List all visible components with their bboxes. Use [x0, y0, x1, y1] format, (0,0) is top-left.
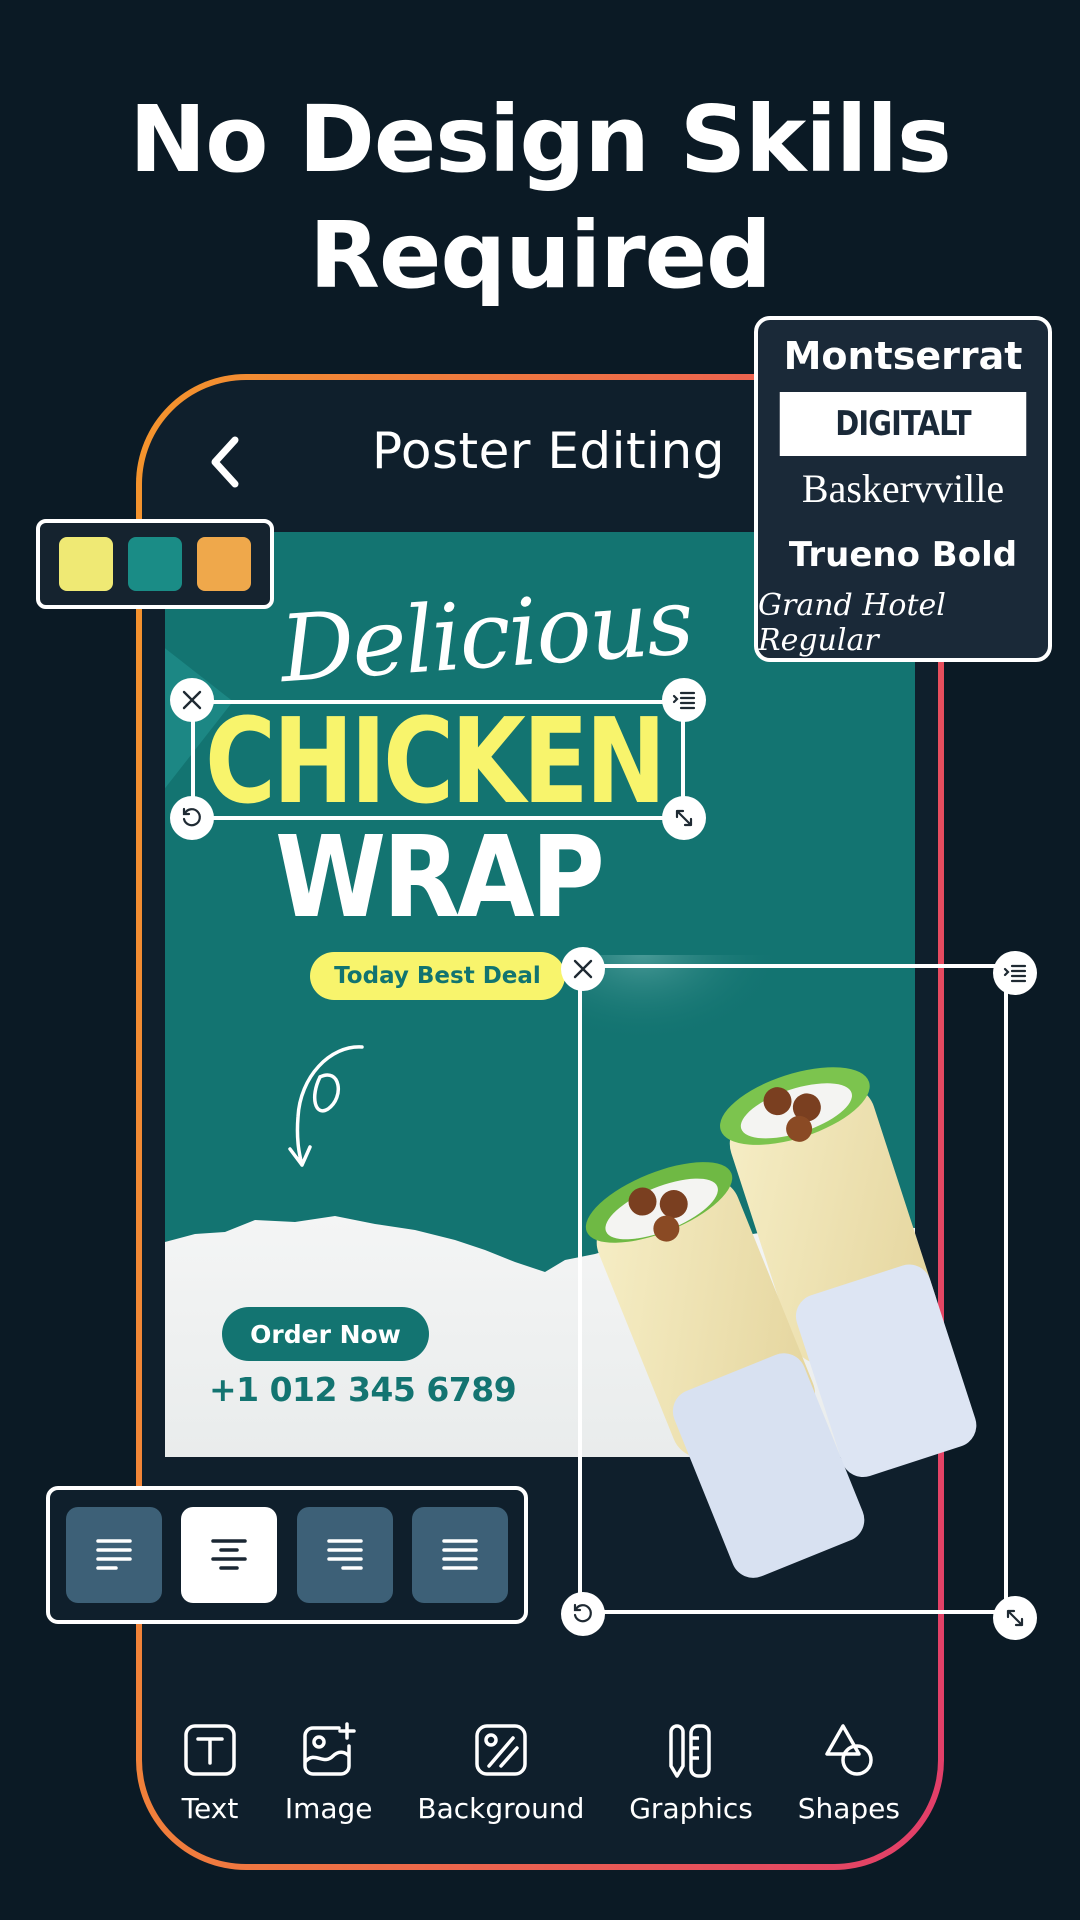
align-left-icon — [96, 1539, 132, 1570]
options-handle[interactable] — [662, 678, 706, 722]
resize-handle[interactable] — [662, 796, 706, 840]
text-selection-box[interactable] — [191, 700, 685, 820]
chevron-left-icon — [211, 436, 239, 488]
editor-toolbar: Text Image Background Graphics Shapes — [180, 1720, 900, 1830]
align-right-icon — [326, 1539, 363, 1570]
align-justify-button[interactable] — [411, 1507, 508, 1603]
decorative-stripe — [165, 532, 233, 1253]
align-right-button[interactable] — [296, 1507, 393, 1603]
curly-arrow-doodle — [288, 1045, 364, 1167]
graphics-icon — [669, 1724, 711, 1778]
image-selection-box[interactable] — [578, 964, 1008, 1614]
font-option-baskervville[interactable]: Baskervville — [758, 456, 1048, 520]
background-icon — [475, 1724, 527, 1776]
font-option-trueno-bold[interactable]: Trueno Bold — [758, 520, 1048, 590]
close-icon — [182, 690, 202, 710]
back-button[interactable] — [194, 432, 254, 492]
font-option-montserrat[interactable]: Montserrat — [758, 320, 1048, 392]
marketing-headline: No Design Skills Required — [0, 82, 1080, 314]
tool-background[interactable]: Background — [417, 1720, 584, 1830]
text-box-icon — [184, 1724, 236, 1776]
delete-handle[interactable] — [170, 678, 214, 722]
font-option-digitalt[interactable]: DIGITALT — [779, 392, 1027, 456]
poster-subheadline-text[interactable]: WRAP — [275, 822, 605, 934]
tool-graphics[interactable]: Graphics — [629, 1720, 753, 1830]
rotate-icon — [182, 807, 201, 827]
align-left-button[interactable] — [66, 1507, 162, 1603]
image-delete-handle[interactable] — [561, 947, 605, 991]
align-center-button[interactable] — [181, 1507, 278, 1603]
rotate-icon — [573, 1603, 592, 1623]
font-picker: Montserrat DIGITALT Baskervville Trueno … — [754, 316, 1052, 662]
color-swatch-orange[interactable] — [196, 537, 251, 591]
color-palette — [36, 519, 274, 609]
indent-menu-icon — [1003, 964, 1027, 983]
indent-menu-icon — [672, 691, 696, 710]
tool-image-label: Image — [284, 1792, 373, 1825]
image-add-icon — [302, 1722, 356, 1776]
tool-background-label: Background — [417, 1792, 585, 1825]
screen-title: Poster Editing — [372, 422, 725, 480]
color-swatch-teal[interactable] — [127, 537, 182, 591]
tool-text-label: Text — [181, 1792, 239, 1825]
headline-line-1: No Design Skills — [129, 86, 951, 193]
image-rotate-handle[interactable] — [561, 1592, 605, 1636]
image-options-handle[interactable] — [993, 951, 1037, 995]
resize-diagonal-icon — [1006, 1609, 1024, 1627]
tool-image[interactable]: Image — [285, 1720, 373, 1830]
poster-script-text[interactable]: Delicious — [277, 568, 695, 703]
tool-shapes[interactable]: Shapes — [798, 1720, 900, 1830]
headline-line-2: Required — [309, 202, 772, 309]
resize-diagonal-icon — [675, 809, 693, 827]
rotate-handle[interactable] — [170, 796, 214, 840]
align-center-icon — [211, 1539, 248, 1570]
image-resize-handle[interactable] — [993, 1596, 1037, 1640]
poster-phone-number[interactable]: +1 012 345 6789 — [209, 1370, 517, 1409]
deal-badge[interactable]: Today Best Deal — [310, 952, 565, 1000]
text-alignment-panel — [46, 1486, 528, 1624]
tool-shapes-label: Shapes — [797, 1792, 900, 1825]
shapes-icon — [825, 1724, 873, 1776]
order-now-button[interactable]: Order Now — [222, 1307, 429, 1361]
close-icon — [573, 959, 593, 979]
tool-text[interactable]: Text — [180, 1720, 240, 1830]
color-swatch-yellow[interactable] — [59, 537, 114, 591]
tool-graphics-label: Graphics — [629, 1792, 753, 1825]
font-option-grand-hotel[interactable]: Grand Hotel Regular — [758, 588, 1048, 658]
align-justify-icon — [442, 1539, 478, 1570]
